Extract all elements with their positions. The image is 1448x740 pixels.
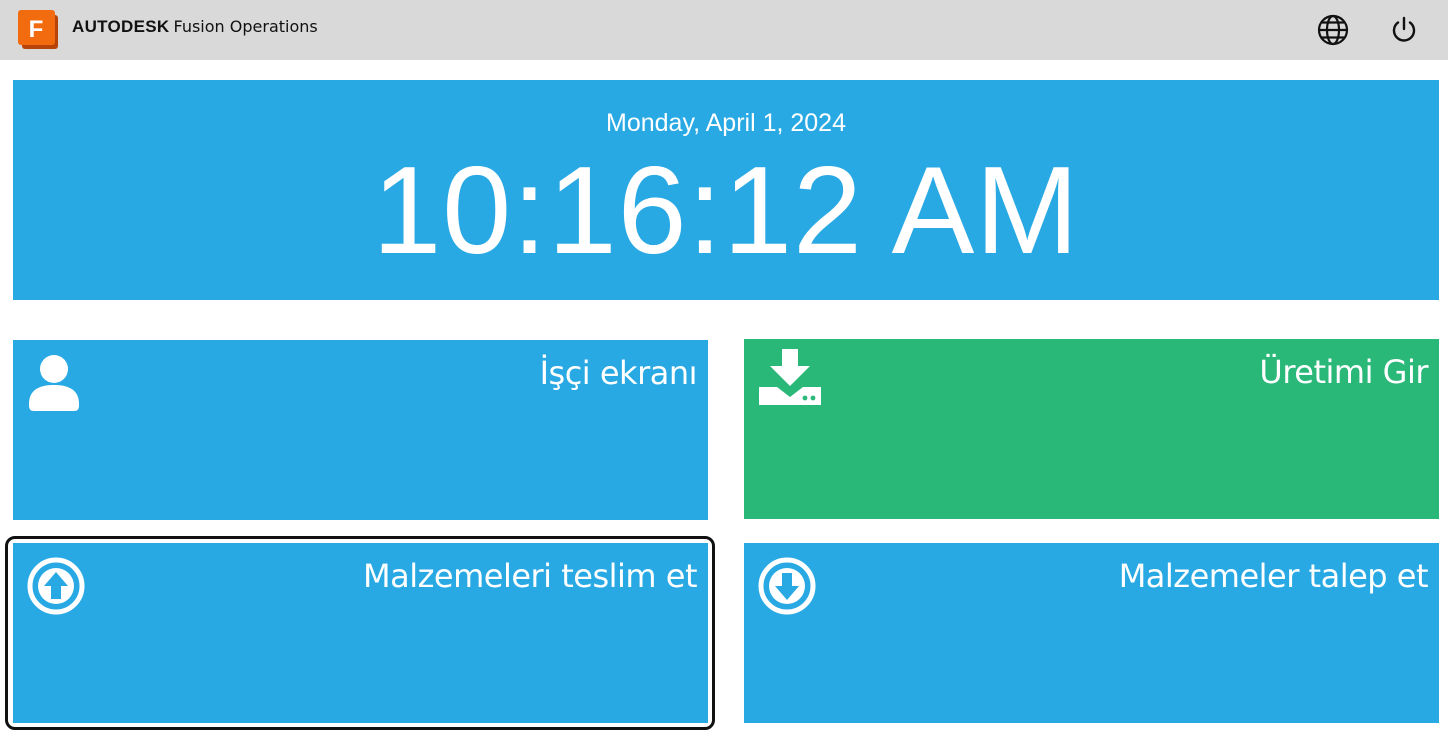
brand-name: AUTODESK: [72, 17, 170, 36]
app-title: AUTODESK Fusion Operations: [72, 16, 318, 38]
tile-label: İşçi ekranı: [539, 354, 698, 392]
tile-enter-production[interactable]: Üretimi Gir: [744, 339, 1439, 519]
tile-label: Üretimi Gir: [1259, 353, 1428, 391]
tile-request-materials[interactable]: Malzemeler talep et: [744, 543, 1439, 723]
product-name: Fusion Operations: [173, 17, 318, 36]
arrow-down-circle-icon: [758, 557, 816, 620]
download-tray-icon: [758, 349, 822, 412]
globe-icon[interactable]: [1315, 12, 1351, 48]
power-icon[interactable]: [1386, 12, 1422, 48]
current-time: 10:16:12 AM: [372, 142, 1080, 280]
focus-ring: [5, 536, 715, 730]
clock-panel: Monday, April 1, 2024 10:16:12 AM: [13, 80, 1439, 300]
current-date: Monday, April 1, 2024: [606, 109, 846, 137]
fusion-logo-icon: F: [18, 10, 60, 50]
user-icon: [27, 354, 81, 417]
tile-label: Malzemeler talep et: [1118, 557, 1429, 595]
top-bar: F AUTODESK Fusion Operations: [0, 0, 1448, 60]
svg-text:F: F: [29, 16, 44, 43]
tile-worker-screen[interactable]: İşçi ekranı: [13, 340, 708, 520]
